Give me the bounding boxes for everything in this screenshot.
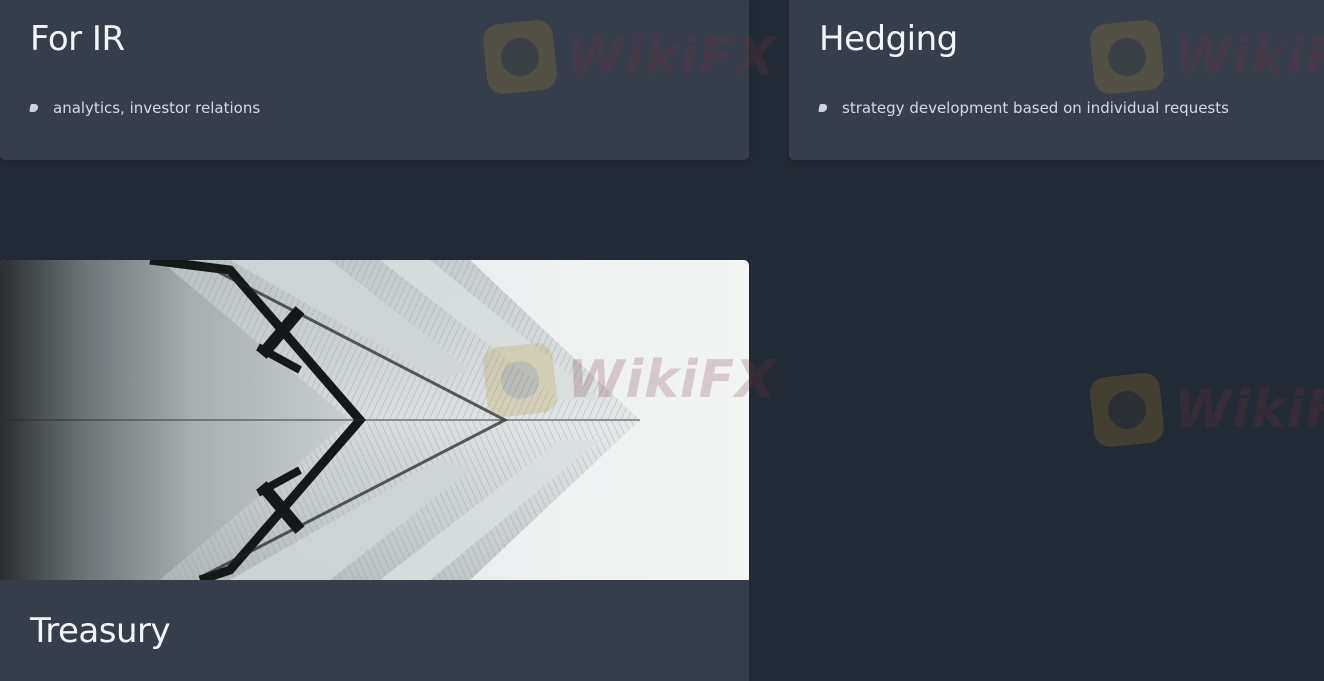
- bullet-list: strategy development based on individual…: [818, 99, 1229, 117]
- watermark-logo-icon: [1088, 371, 1166, 449]
- card-title: For IR: [30, 19, 125, 59]
- bullet-list: analytics, investor relations: [29, 99, 261, 117]
- watermark-text: WikiFX: [1174, 380, 1324, 440]
- building-photo-icon: [0, 260, 749, 580]
- card-for-ir[interactable]: For IR analytics, investor relations: [0, 0, 749, 160]
- bullet-text: strategy development based on individual…: [842, 99, 1229, 117]
- watermark: WikiFX: [1088, 371, 1324, 449]
- card-title: Treasury: [30, 611, 171, 651]
- list-item: analytics, investor relations: [29, 99, 261, 117]
- list-item: strategy development based on individual…: [818, 99, 1229, 117]
- bullet-text: analytics, investor relations: [53, 99, 261, 117]
- card-hedging[interactable]: Hedging strategy development based on in…: [789, 0, 1324, 160]
- architecture-image: [0, 260, 749, 580]
- card-title: Hedging: [819, 19, 958, 59]
- bullet-icon: [29, 104, 39, 112]
- bullet-icon: [818, 104, 828, 112]
- card-treasury[interactable]: Treasury: [0, 260, 749, 681]
- page: For IR analytics, investor relations Hed…: [0, 0, 1324, 681]
